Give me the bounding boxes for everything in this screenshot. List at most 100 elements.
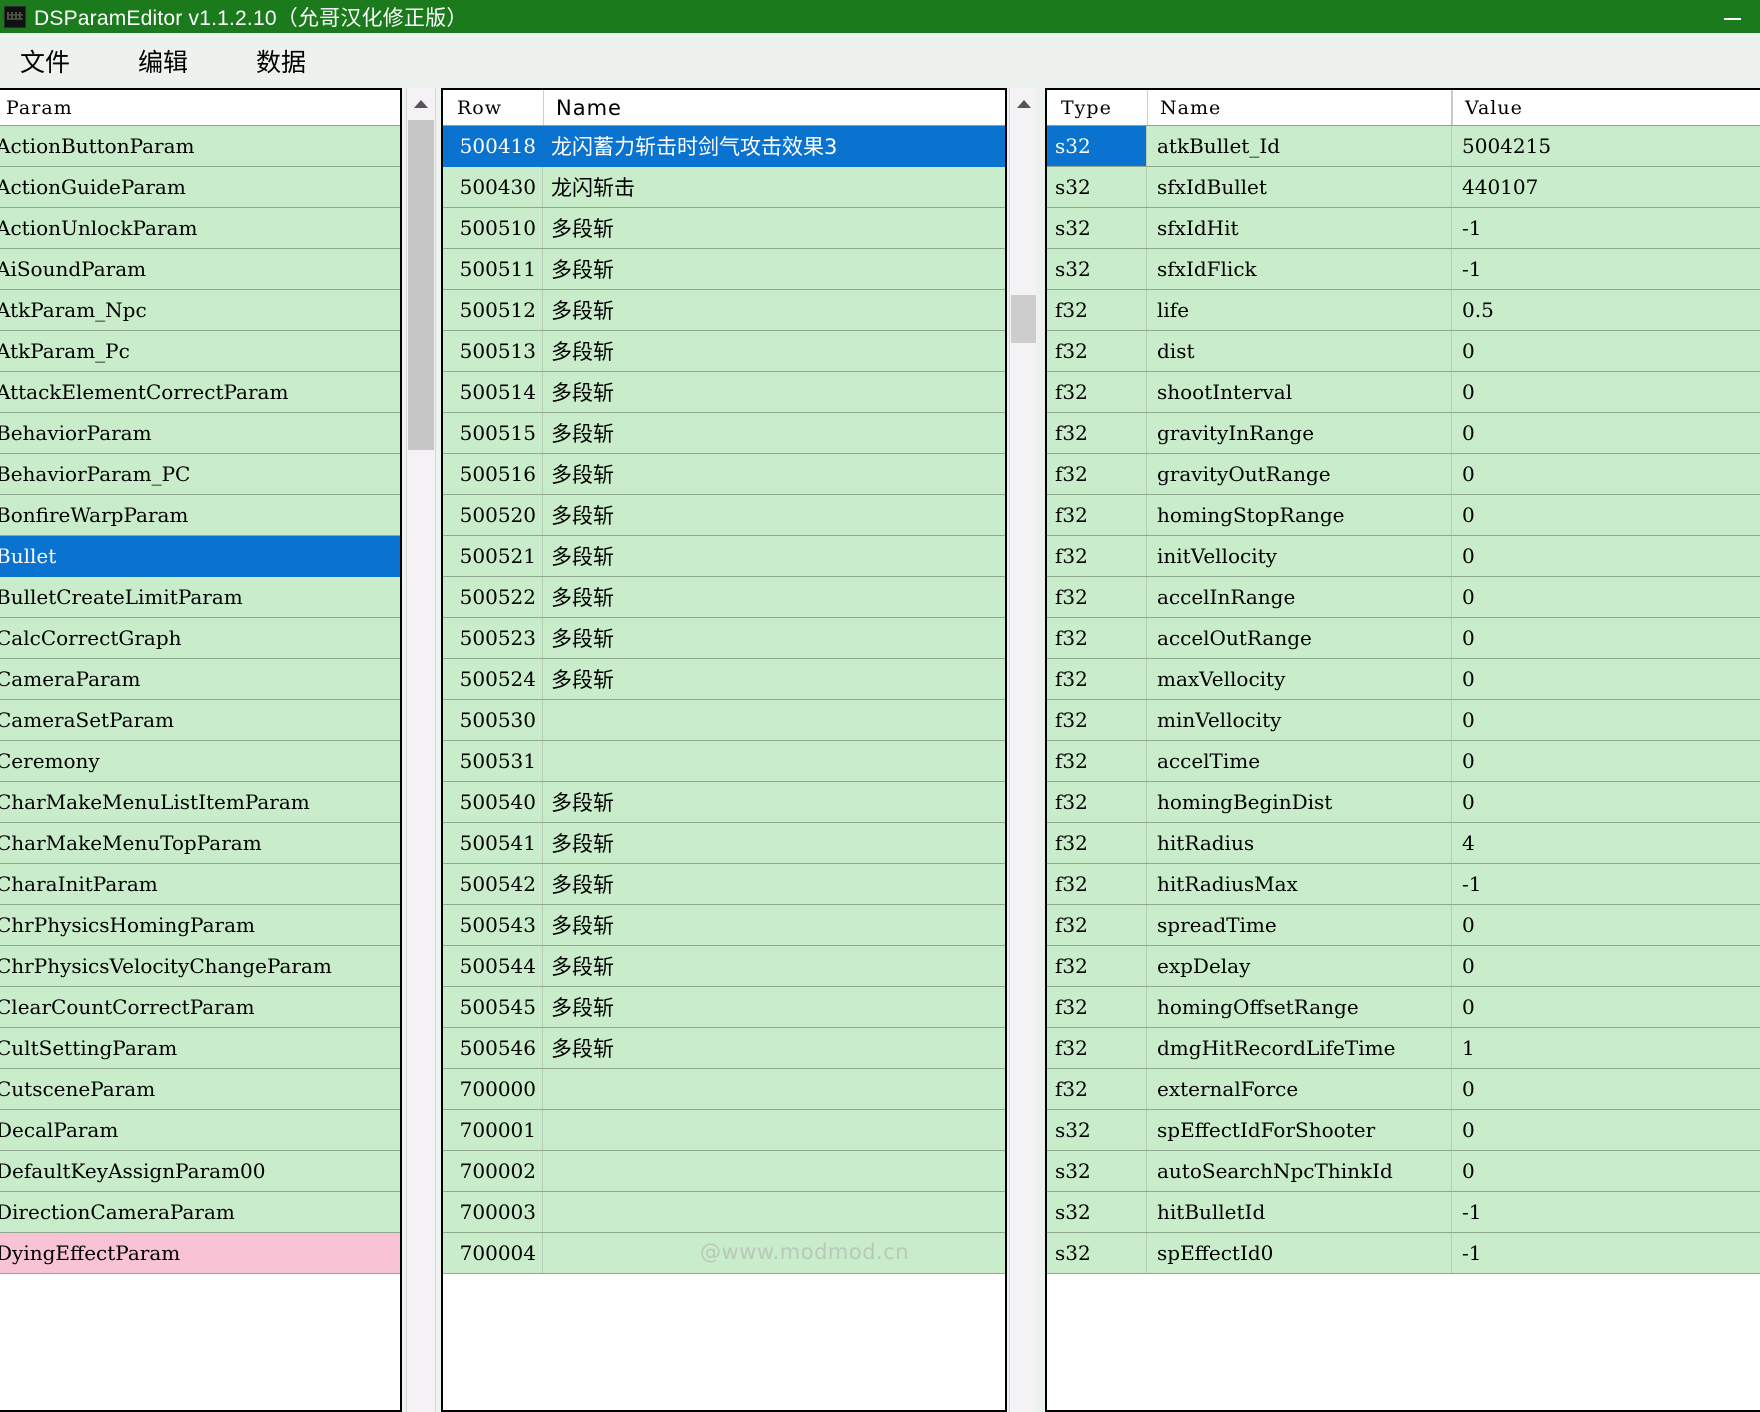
row-list-scrollbar[interactable]	[1009, 88, 1039, 1412]
table-row[interactable]: 500514 多段斩	[443, 372, 1005, 413]
table-row[interactable]: f32 accelTime 0	[1047, 741, 1760, 782]
minimize-button[interactable]	[1710, 0, 1754, 33]
table-row[interactable]: 700002	[443, 1151, 1005, 1192]
table-row[interactable]: s32 hitBulletId -1	[1047, 1192, 1760, 1233]
param-list-item[interactable]: CutsceneParam	[0, 1069, 400, 1110]
table-row[interactable]: f32 accelOutRange 0	[1047, 618, 1760, 659]
table-row[interactable]: 500530	[443, 700, 1005, 741]
table-row[interactable]: f32 spreadTime 0	[1047, 905, 1760, 946]
menu-item-file[interactable]: 文件	[14, 41, 76, 81]
table-row[interactable]: 500542 多段斩	[443, 864, 1005, 905]
table-row[interactable]: 500544 多段斩	[443, 946, 1005, 987]
table-row[interactable]: f32 externalForce 0	[1047, 1069, 1760, 1110]
param-list-item[interactable]: ClearCountCorrectParam	[0, 987, 400, 1028]
field-value-cell[interactable]: 0	[1452, 372, 1760, 412]
param-list-item[interactable]: CameraSetParam	[0, 700, 400, 741]
table-row[interactable]: s32 atkBullet_Id 5004215	[1047, 126, 1760, 167]
table-row[interactable]: f32 gravityInRange 0	[1047, 413, 1760, 454]
field-value-cell[interactable]: 0	[1452, 618, 1760, 658]
param-list-item[interactable]: CharaInitParam	[0, 864, 400, 905]
param-list-item[interactable]: ActionButtonParam	[0, 126, 400, 167]
param-list-item[interactable]: CharMakeMenuTopParam	[0, 823, 400, 864]
param-list-item[interactable]: AttackElementCorrectParam	[0, 372, 400, 413]
field-value-cell[interactable]: 1	[1452, 1028, 1760, 1068]
param-list-item[interactable]: ActionUnlockParam	[0, 208, 400, 249]
table-row[interactable]: f32 dmgHitRecordLifeTime 1	[1047, 1028, 1760, 1069]
table-row[interactable]: 500521 多段斩	[443, 536, 1005, 577]
table-row[interactable]: 500520 多段斩	[443, 495, 1005, 536]
table-row[interactable]: f32 dist 0	[1047, 331, 1760, 372]
table-row[interactable]: f32 homingBeginDist 0	[1047, 782, 1760, 823]
table-row[interactable]: 700000	[443, 1069, 1005, 1110]
table-row[interactable]: f32 hitRadiusMax -1	[1047, 864, 1760, 905]
table-row[interactable]: f32 expDelay 0	[1047, 946, 1760, 987]
param-list-item[interactable]: DirectionCameraParam	[0, 1192, 400, 1233]
param-list-item[interactable]: AtkParam_Npc	[0, 290, 400, 331]
table-row[interactable]: f32 shootInterval 0	[1047, 372, 1760, 413]
table-row[interactable]: f32 accelInRange 0	[1047, 577, 1760, 618]
table-row[interactable]: f32 minVellocity 0	[1047, 700, 1760, 741]
table-row[interactable]: 700001	[443, 1110, 1005, 1151]
param-list-item[interactable]: DefaultKeyAssignParam00	[0, 1151, 400, 1192]
param-list-item[interactable]: DyingEffectParam	[0, 1233, 400, 1274]
field-value-cell[interactable]: 0	[1452, 577, 1760, 617]
param-list-item[interactable]: BehaviorParam	[0, 413, 400, 454]
field-value-cell[interactable]: 4	[1452, 823, 1760, 863]
table-row[interactable]: f32 maxVellocity 0	[1047, 659, 1760, 700]
table-row[interactable]: f32 homingOffsetRange 0	[1047, 987, 1760, 1028]
param-list-item[interactable]: BehaviorParam_PC	[0, 454, 400, 495]
field-value-cell[interactable]: -1	[1452, 864, 1760, 904]
row-scroll-thumb[interactable]	[1011, 295, 1037, 343]
table-row[interactable]: f32 homingStopRange 0	[1047, 495, 1760, 536]
table-row[interactable]: 500522 多段斩	[443, 577, 1005, 618]
param-list-item[interactable]: CalcCorrectGraph	[0, 618, 400, 659]
table-row[interactable]: f32 initVellocity 0	[1047, 536, 1760, 577]
field-value-cell[interactable]: 0	[1452, 536, 1760, 576]
param-scroll-thumb[interactable]	[408, 120, 434, 450]
table-row[interactable]: 500512 多段斩	[443, 290, 1005, 331]
field-value-cell[interactable]: 0	[1452, 741, 1760, 781]
field-value-cell[interactable]: 0	[1452, 413, 1760, 453]
table-row[interactable]: 500511 多段斩	[443, 249, 1005, 290]
param-list-item[interactable]: DecalParam	[0, 1110, 400, 1151]
param-list-item[interactable]: CultSettingParam	[0, 1028, 400, 1069]
menu-item-edit[interactable]: 编辑	[132, 41, 194, 81]
param-list-item[interactable]: Ceremony	[0, 741, 400, 782]
table-row[interactable]: s32 spEffectIdForShooter 0	[1047, 1110, 1760, 1151]
field-value-cell[interactable]: -1	[1452, 249, 1760, 289]
table-row[interactable]: 700004	[443, 1233, 1005, 1274]
field-value-cell[interactable]: 0	[1452, 659, 1760, 699]
row-scroll-track[interactable]	[1010, 120, 1038, 1412]
field-value-cell[interactable]: -1	[1452, 1192, 1760, 1232]
field-value-cell[interactable]: 0	[1452, 700, 1760, 740]
field-value-cell[interactable]: 440107	[1452, 167, 1760, 207]
param-list-item[interactable]: BulletCreateLimitParam	[0, 577, 400, 618]
table-row[interactable]: s32 sfxIdFlick -1	[1047, 249, 1760, 290]
table-row[interactable]: 500523 多段斩	[443, 618, 1005, 659]
field-value-cell[interactable]: -1	[1452, 1233, 1760, 1273]
param-list-item[interactable]: CameraParam	[0, 659, 400, 700]
table-row[interactable]: 500540 多段斩	[443, 782, 1005, 823]
param-list-item[interactable]: CharMakeMenuListItemParam	[0, 782, 400, 823]
table-row[interactable]: 500524 多段斩	[443, 659, 1005, 700]
param-list-item[interactable]: BonfireWarpParam	[0, 495, 400, 536]
table-row[interactable]: 500515 多段斩	[443, 413, 1005, 454]
table-row[interactable]: 700003	[443, 1192, 1005, 1233]
table-row[interactable]: s32 autoSearchNpcThinkId 0	[1047, 1151, 1760, 1192]
table-row[interactable]: 500543 多段斩	[443, 905, 1005, 946]
scroll-up-arrow-icon[interactable]	[1010, 88, 1038, 120]
field-value-cell[interactable]: 0	[1452, 1110, 1760, 1150]
param-list-item[interactable]: ChrPhysicsHomingParam	[0, 905, 400, 946]
field-value-cell[interactable]: 0	[1452, 782, 1760, 822]
field-value-cell[interactable]: 0	[1452, 331, 1760, 371]
table-row[interactable]: 500430 龙闪斩击	[443, 167, 1005, 208]
field-value-cell[interactable]: 0.5	[1452, 290, 1760, 330]
table-row[interactable]: 500513 多段斩	[443, 331, 1005, 372]
field-value-cell[interactable]: 5004215	[1452, 126, 1760, 166]
table-row[interactable]: f32 hitRadius 4	[1047, 823, 1760, 864]
table-row[interactable]: 500510 多段斩	[443, 208, 1005, 249]
field-value-cell[interactable]: 0	[1452, 905, 1760, 945]
table-row[interactable]: 500546 多段斩	[443, 1028, 1005, 1069]
table-row[interactable]: f32 gravityOutRange 0	[1047, 454, 1760, 495]
field-value-cell[interactable]: 0	[1452, 454, 1760, 494]
